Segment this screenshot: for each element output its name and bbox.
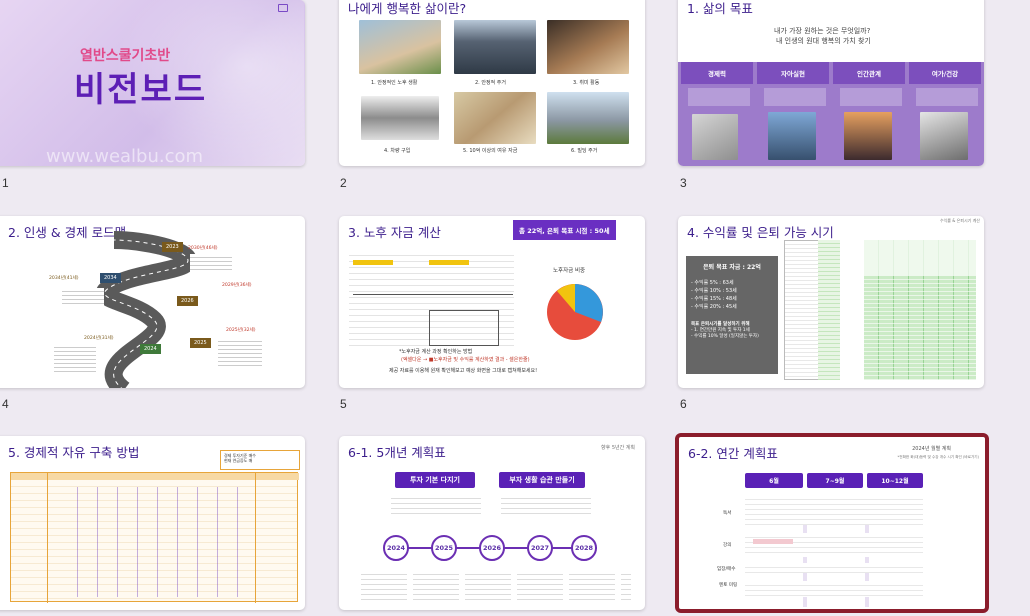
slide1-watermark: www.wealbu.com [46,146,204,166]
header-oct-dec: 10~12월 [867,473,923,488]
monthly-plan-grid [745,495,923,607]
note-1: *노후자금 계산 과정 확인하는 방법 [399,349,473,355]
caption-4: 4. 차량 구입 [384,148,411,154]
target-badge: 총 22억, 은퇴 목표 시점 : 50세 [513,220,616,240]
slide-number-1: 1 [2,176,9,190]
slide-thumbnail-9[interactable]: 6-2. 연간 계획표 2024년 월별 계획 *전확한 화(대)등력 및 수강… [676,434,988,612]
photo-exercise [920,112,968,160]
slide9-corner-note: 2024년 월별 계획 [912,446,951,452]
slide-number-3: 3 [680,176,687,190]
returns-table-mid [818,240,840,380]
slide6-corner-note: 수익률 & 은퇴시기 계산 [939,218,980,223]
summary-box-title: 은퇴 목표 자금 : 22억 [703,264,761,271]
photo-money [454,92,536,144]
slide-thumbnail-3[interactable]: 1. 삶의 목표 내가 가장 원하는 것은 무엇일까? 내 인생의 원대 행복의… [678,0,984,166]
goals-panel: 경제력 자아실현 인간관계 여가/건강 [678,62,984,166]
slide-thumbnail-2[interactable]: 나에게 행복한 삶이란? 1. 안정적인 노후 생활 2. 안정적 주거 3. … [339,0,645,166]
retirement-pie-chart [547,284,603,340]
slide-title: 나에게 행복한 삶이란? [348,1,467,16]
milestone-2024: 2024 [140,344,161,354]
year-circle-2028: 2028 [571,535,597,561]
photo-suv [361,96,439,140]
slide-title: 6-2. 연간 계획표 [688,446,778,461]
slide-title: 4. 수익률 및 은퇴 가능 시기 [687,225,834,240]
slide-title: 6-1. 5개년 계획표 [348,445,446,460]
slide3-subtitle-2: 내 인생의 원대 행복의 가치 찾기 [776,37,871,45]
slide1-logo-icon [278,4,288,12]
caption-6: 6. 빌딩 주거 [571,148,598,154]
slide-number-2: 2 [340,176,347,190]
photo-building-house [547,92,629,144]
slide-thumbnail-6[interactable]: 4. 수익률 및 은퇴 가능 시기 수익률 & 은퇴시기 계산 은퇴 목표 자금… [678,216,984,388]
slide-number-5: 5 [340,397,347,411]
year-circle-2024: 2024 [383,535,409,561]
row-label-visit: 임장/매수 [717,567,736,572]
slide-thumbnail-1[interactable]: 열반스쿨기초반 비전보드 www.wealbu.com [0,0,305,166]
photo-silhouette [768,112,816,160]
slide1-big-title: 비전보드 [74,70,208,110]
column-header-relations: 인간관계 [833,62,905,84]
slide-title: 3. 노후 자금 계산 [348,225,441,240]
label-2034: 2034년(41세) [49,276,79,281]
header-june: 6월 [745,473,803,488]
slide-thumbnail-8[interactable]: 6-1. 5개년 계획표 향후 5년간 계획 투자 기본 다지기 부자 생활 습… [339,436,645,610]
label-2025: 2025년(32세) [226,328,256,333]
slide-thumbnail-5[interactable]: 3. 노후 자금 계산 총 22억, 은퇴 목표 시점 : 50세 노후자금 비… [339,216,645,388]
column-header-economy: 경제력 [681,62,753,84]
caption-5: 5. 10억 이상의 여유 자금 [463,148,518,154]
caption-2: 2. 안정적 주거 [475,80,506,86]
label-2029: 2029년(36세) [222,283,252,288]
note-3: 제공 자료를 이용해 원재 확인해보고 예상 화면을 그대로 캡쳐해보세요! [389,368,538,374]
slide-title: 5. 경제적 자유 구축 방법 [8,445,140,460]
milestone-2025: 2025 [190,338,211,348]
row-label-lecture: 강의 [723,543,732,548]
retirement-summary-box: 은퇴 목표 자금 : 22억 - 수익률 5% : 63세 - 수익률 10% … [686,256,778,374]
slide7-legend: 경제 투자기준 매수 현재 연금증도 매 [220,450,300,470]
slide3-subtitle-1: 내가 가장 원하는 것은 무엇일까? [774,27,871,35]
year-circle-2027: 2027 [527,535,553,561]
photo-apartment [454,20,536,74]
label-2030: 2030년(46세) [188,246,218,251]
slide-title: 1. 삶의 목표 [687,1,753,16]
caption-3: 3. 취미 활동 [573,80,600,86]
photo-sunset-group [844,112,892,160]
slide9-corner-note-2: *전확한 화(대)등력 및 수강 개수 시기 확인 (바로가기) [897,455,979,459]
column-header-self: 자아실현 [757,62,829,84]
photo-money-jar [692,114,738,160]
slide-thumbnail-7[interactable]: 5. 경제적 자유 구축 방법 경제 투자기준 매수 현재 연금증도 매 [0,436,305,610]
photo-senior-couple [359,20,441,74]
row-label-mentor: 멘토 미팅 [719,583,738,588]
plan-button-habits[interactable]: 부자 생활 습관 만들기 [499,472,585,488]
returns-table-right [864,240,976,380]
slide-thumbnail-4[interactable]: 2. 인생 & 경제 로드맵 2024 2025 2026 2034 2023 … [0,216,305,388]
retirement-spreadsheet [349,250,514,350]
milestone-2034: 2034 [100,273,121,283]
label-2024: 2024년(31세) [84,336,114,341]
year-circle-2025: 2025 [431,535,457,561]
plan-button-basics[interactable]: 투자 기본 다지기 [395,472,475,488]
row-label-reading: 독서 [723,511,732,516]
slide8-corner-note: 향후 5년간 계획 [601,445,635,451]
photo-hobby-crowd [547,20,629,74]
note-2: (엑셀다운 → ■노후자금 및 수익률 계산하였 결과 - 셀은한줄) [401,357,530,363]
slide-number-4: 4 [2,397,9,411]
milestone-2026: 2026 [177,296,198,306]
investment-timeline-table [10,472,299,603]
header-jul-sep: 7~9월 [807,473,863,488]
milestone-2023: 2023 [162,242,183,252]
year-circle-2026: 2026 [479,535,505,561]
slide-number-6: 6 [680,397,687,411]
caption-1: 1. 안정적인 노후 생활 [371,80,418,86]
column-header-health: 여가/건강 [909,62,981,84]
pie-chart-title: 노후자금 비중 [553,268,586,274]
